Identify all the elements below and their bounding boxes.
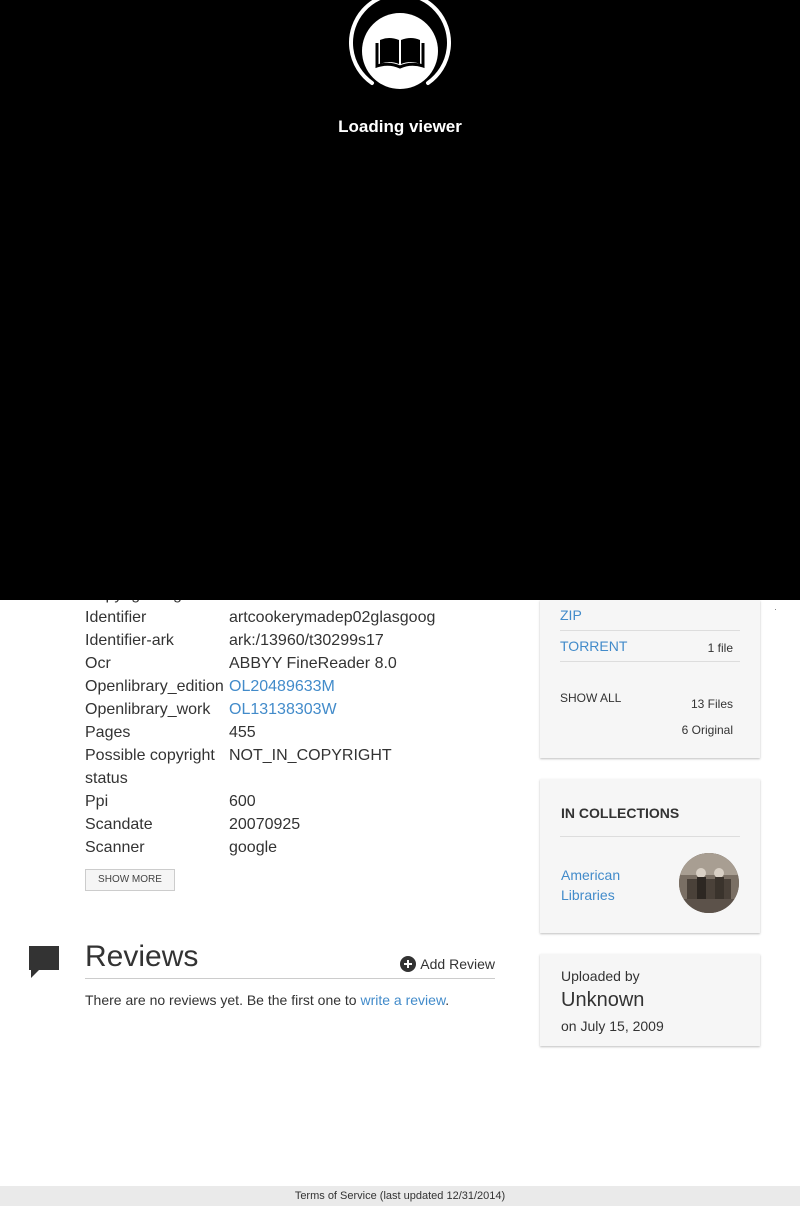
uploader-name: Unknown <box>561 989 645 1011</box>
speech-bubble-icon <box>29 946 59 978</box>
book-loading-icon <box>349 0 451 89</box>
divider <box>560 661 740 662</box>
write-review-link[interactable]: write a review <box>360 992 445 1008</box>
metadata-row: Scanner google <box>85 836 505 859</box>
metadata-value: google <box>229 839 278 856</box>
no-reviews-text: There are no reviews yet. Be the first o… <box>85 992 449 1008</box>
collection-thumbnail[interactable] <box>679 853 739 913</box>
loading-viewer-text: Loading viewer <box>338 117 462 136</box>
metadata-key: Openlibrary_edition <box>85 678 224 695</box>
date-value: July 15, 2009 <box>580 1018 664 1034</box>
reviews-divider <box>85 978 495 979</box>
metadata-key: Pages <box>85 724 131 741</box>
collections-heading: IN COLLECTIONS <box>561 805 680 821</box>
metadata-row: Possible copyright status NOT_IN_COPYRIGH… <box>85 744 505 790</box>
book-viewer[interactable]: Loading viewer <box>0 0 800 600</box>
metadata-key: Ppi <box>85 793 109 810</box>
add-review-label: Add Review <box>420 956 495 972</box>
collection-american-libraries-link[interactable]: American Libraries <box>561 865 651 905</box>
metadata-key: Openlibrary_work <box>85 701 211 718</box>
collections-panel: IN COLLECTIONS American Libraries <box>540 779 760 933</box>
metadata-value: 455 <box>229 724 256 741</box>
files-count: 13 Files <box>690 697 733 711</box>
no-reviews-message: There are no reviews yet. Be the first o… <box>85 992 357 1008</box>
metadata-table: Copyright-regionUS Identifierartcookerym… <box>85 600 505 870</box>
metadata-value: 20070925 <box>229 816 301 833</box>
metadata-value: ark:/13960/t30299s17 <box>229 632 384 649</box>
terms-updated-text: (last updated 12/31/2014) <box>379 1190 506 1202</box>
metadata-row: Pages 455 <box>85 721 505 744</box>
metadata-value: 600 <box>229 793 256 810</box>
metadata-value: ABBYY FineReader 8.0 <box>229 655 397 672</box>
metadata-key: Scanner <box>85 839 145 856</box>
metadata-row: Identifier-ark ark:/13960/t30299s17 <box>85 629 505 652</box>
metadata-value: artcookerymadep02glasgoog <box>229 609 436 626</box>
metadata-key: Ocr <box>85 655 111 672</box>
metadata-key: Identifier <box>85 609 147 626</box>
metadata-row: Ocr ABBYY FineReader 8.0 <box>85 652 505 675</box>
period: . <box>445 992 450 1008</box>
metadata-key: Scandate <box>85 816 153 833</box>
show-more-button[interactable]: SHOW MORE <box>85 869 175 891</box>
metadata-value: NOT_IN_COPYRIGHT <box>229 747 392 764</box>
openlibrary-edition-link[interactable]: OL20489633M <box>229 678 335 695</box>
zip-download-link[interactable]: ZIP <box>560 607 740 623</box>
plus-circle-icon <box>400 956 417 972</box>
download-options-panel: ZIP TORRENT 1 file SHOW ALL 13 Files 6 O… <box>540 600 760 758</box>
original-count: 6 Original <box>681 723 733 737</box>
reviews-heading: Reviews <box>85 940 199 973</box>
torrent-file-count: 1 file <box>707 641 733 655</box>
uploaded-by-label: Uploaded by <box>561 968 640 984</box>
openlibrary-work-link[interactable]: OL13138303W <box>229 701 337 718</box>
metadata-row: Openlibrary_edition OL20489633M <box>85 675 505 698</box>
metadata-row: Scandate 20070925 <box>85 813 505 836</box>
date-prefix: on <box>561 1018 577 1034</box>
metadata-row: Openlibrary_work OL13138303W <box>85 698 505 721</box>
metadata-key: Identifier-ark <box>85 632 174 649</box>
footer: Terms of Service (last updated 12/31/201… <box>0 1186 800 1206</box>
terms-of-service-link[interactable]: Terms of Service <box>295 1190 377 1202</box>
add-review-button[interactable]: Add Review <box>400 956 495 972</box>
divider <box>560 630 740 631</box>
uploader-panel: Uploaded by Unknown on July 15, 2009 <box>540 954 760 1046</box>
divider-dot <box>775 609 776 610</box>
divider <box>560 836 740 837</box>
metadata-key: Possible copyright status <box>85 747 215 787</box>
metadata-row: Identifier artcookerymadep02glasgoog <box>85 606 505 629</box>
metadata-row: Ppi 600 <box>85 790 505 813</box>
library-photo-icon <box>679 853 739 913</box>
upload-date: on July 15, 2009 <box>561 1018 664 1034</box>
